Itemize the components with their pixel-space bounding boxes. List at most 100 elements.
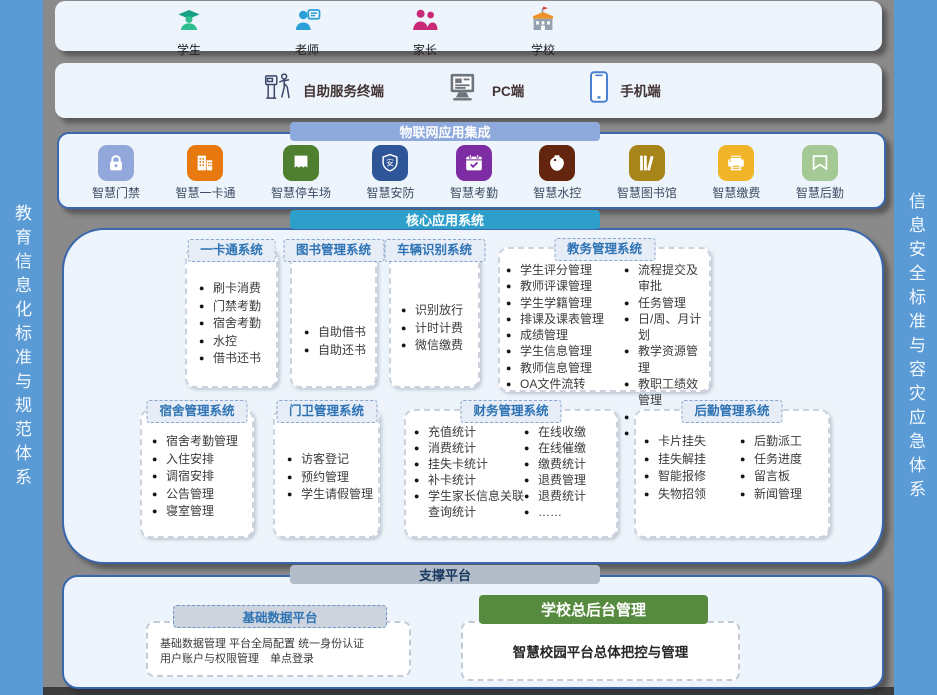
list-item: 流程提交及审批 [624, 262, 709, 295]
user-item-school: 学校 [512, 5, 574, 58]
list-item: 学生请假管理 [287, 486, 378, 504]
list-item: 调宿安排 [152, 468, 252, 486]
iot-label: 智慧水控 [533, 184, 581, 201]
list-item: 退费统计 [524, 488, 616, 504]
subsystem-title: 宿舍管理系统 [146, 400, 247, 423]
list-item: 自助借书 [304, 324, 375, 342]
users-row: 学生 老师 家长 学校 [158, 5, 574, 58]
subsystem-title: 门卫管理系统 [276, 400, 377, 423]
printer-icon [718, 145, 754, 181]
list-item: 日/周、月计划 [624, 311, 709, 344]
list-item: 挂失解挂 [644, 451, 740, 469]
base-data-platform-box: 基础数据管理 平台全局配置 统一身份认证 用户账户与权限管理 单点登录 [146, 621, 411, 677]
subsystem-list: 流程提交及审批 任务管理 日/周、月计划 教学资源管理 教职工绩效管理 工资管理… [624, 262, 709, 390]
list-item: 教师信息管理 [506, 360, 624, 376]
subsystem-list: 充值统计 消费统计 挂失卡统计 补卡统计 学生家长信息关联查询统计 [414, 424, 524, 536]
subsystem-vehicle: 车辆识别系统 识别放行 计时计费 微信缴费 [389, 248, 480, 388]
parents-icon [410, 5, 440, 40]
iot-label: 智慧考勤 [450, 184, 498, 201]
iot-label: 智慧缴费 [712, 184, 760, 201]
list-item: 成绩管理 [506, 327, 624, 343]
list-item: 后勤派工 [740, 433, 828, 451]
user-item-parent: 家长 [394, 5, 456, 58]
subsystem-gatekeeper: 门卫管理系统 访客登记 预约管理 学生请假管理 [273, 409, 380, 538]
subsystem-title: 图书管理系统 [283, 239, 384, 262]
subsystem-finance: 财务管理系统 充值统计 消费统计 挂失卡统计 补卡统计 学生家长信息关联查询统计… [404, 409, 618, 538]
iot-label: 智慧门禁 [92, 184, 140, 201]
subsystem-academic: 教务管理系统 学生评分管理 教师评课管理 学生学籍管理 排课及课表管理 成绩管理… [498, 247, 711, 392]
iot-item-onecard: 智慧一卡通 [175, 145, 235, 201]
user-item-teacher: 老师 [276, 5, 338, 58]
subsystem-list: 访客登记 预约管理 学生请假管理 [287, 451, 378, 504]
iot-item-library: 智慧图书馆 [617, 145, 677, 201]
list-item: 退费管理 [524, 472, 616, 488]
user-label: 家长 [413, 41, 437, 58]
teacher-icon [292, 5, 322, 40]
iot-item-attendance: 智慧考勤 [450, 145, 498, 201]
iot-item-access: 智慧门禁 [92, 145, 140, 201]
list-item: 新闻管理 [740, 486, 828, 504]
iot-label: 智慧安防 [366, 184, 414, 201]
base-data-platform-label: 基础数据平台 [173, 605, 387, 628]
left-standards-label: 教育信息化标准与规范体系 [9, 204, 34, 492]
terminal-item-pc: PC端 [448, 72, 524, 107]
right-standards-bar: 信息安全标准与容灾应急体系 [894, 0, 937, 695]
subsystem-title: 一卡通系统 [187, 239, 276, 262]
list-item: 失物招领 [644, 486, 740, 504]
terminal-label: 手机端 [620, 80, 661, 100]
subsystem-list: 卡片挂失 挂失解挂 智能报修 失物招领 [644, 433, 740, 536]
lock-icon [98, 145, 134, 181]
list-item: 学生评分管理 [506, 262, 624, 278]
list-item: 缴费统计 [524, 456, 616, 472]
list-item: …… [524, 504, 616, 520]
list-item: 学生家长信息关联查询统计 [414, 488, 524, 520]
banner-icon [802, 145, 838, 181]
subsystem-list: 学生评分管理 教师评课管理 学生学籍管理 排课及课表管理 成绩管理 学生信息管理… [506, 262, 624, 390]
list-item: 卡片挂失 [644, 433, 740, 451]
books-icon [629, 145, 665, 181]
subsystem-logistics: 后勤管理系统 卡片挂失 挂失解挂 智能报修 失物招领 后勤派工 任务进度 留言板… [634, 409, 830, 538]
school-admin-box: 智慧校园平台总体把控与管理 [461, 621, 740, 681]
list-item: 寝室管理 [152, 503, 252, 521]
list-item: 公告管理 [152, 486, 252, 504]
subsystem-list: 识别放行 计时计费 微信缴费 [401, 302, 478, 355]
parking-ticket-icon [283, 145, 319, 181]
building-card-icon [187, 145, 223, 181]
school-admin-desc: 智慧校园平台总体把控与管理 [513, 641, 689, 661]
user-label: 学生 [177, 41, 201, 58]
subsystem-dormitory: 宿舍管理系统 宿舍考勤管理 入住安排 调宿安排 公告管理 寝室管理 [140, 409, 254, 538]
terminal-item-kiosk: 自助服务终端 [263, 71, 384, 108]
iot-label: 智慧停车场 [271, 184, 331, 201]
iot-label: 智慧图书馆 [617, 184, 677, 201]
iot-item-water: 智慧水控 [533, 145, 581, 201]
iot-label: 智慧一卡通 [175, 184, 235, 201]
subsystem-list: 自助借书 自助还书 [304, 324, 375, 359]
kiosk-icon [263, 71, 293, 108]
iot-label: 智慧后勤 [796, 184, 844, 201]
list-item: 在线催缴 [524, 440, 616, 456]
subsystem-onecard: 一卡通系统 刷卡消费 门禁考勤 宿舍考勤 水控 借书还书 [185, 248, 278, 388]
subsystem-title: 后勤管理系统 [681, 400, 782, 423]
list-item: 预约管理 [287, 469, 378, 487]
list-item: OA文件流转 [506, 376, 624, 392]
list-item: 入住安排 [152, 451, 252, 469]
left-standards-bar: 教育信息化标准与规范体系 [0, 0, 43, 695]
student-icon [174, 5, 204, 40]
list-item: 挂失卡统计 [414, 456, 524, 472]
terminal-item-mobile: 手机端 [588, 71, 661, 108]
list-item: 借书还书 [199, 350, 276, 368]
subsystem-title: 教务管理系统 [554, 238, 655, 261]
terminal-label: PC端 [492, 80, 524, 100]
school-icon [528, 5, 558, 40]
list-item: 识别放行 [401, 302, 478, 320]
iot-item-parking: 智慧停车场 [271, 145, 331, 201]
iot-section-header: 物联网应用集成 [290, 122, 600, 141]
list-item: 宿舍考勤 [199, 315, 276, 333]
terminals-row: 自助服务终端 PC端 手机端 [263, 71, 661, 108]
subsystem-title: 车辆识别系统 [384, 239, 485, 262]
svg-text:安: 安 [387, 158, 395, 168]
base-platform-line1: 基础数据管理 平台全局配置 统一身份认证 [160, 637, 401, 652]
iot-row: 智慧门禁 智慧一卡通 智慧停车场 安 智慧安防 智慧考勤 [92, 145, 844, 201]
list-item: 学生信息管理 [506, 343, 624, 359]
user-label: 老师 [295, 41, 319, 58]
